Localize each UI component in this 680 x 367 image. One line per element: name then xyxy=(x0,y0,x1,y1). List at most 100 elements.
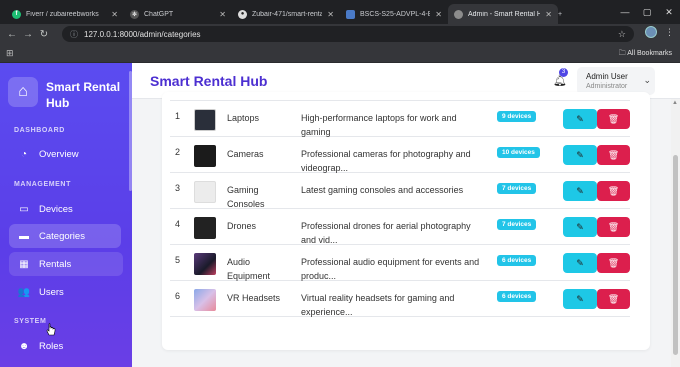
close-tab-icon[interactable]: ✕ xyxy=(111,10,118,19)
scrollbar-thumb[interactable] xyxy=(673,155,678,355)
table-row: 2 Cameras Professional cameras for photo… xyxy=(170,137,630,173)
chevron-down-icon: ⌄ xyxy=(643,75,651,85)
table-row: 4 Drones Professional drones for aerial … xyxy=(170,209,630,245)
user-menu[interactable]: Admin User Administrator ⌄ xyxy=(577,67,655,95)
page-scrollbar[interactable]: ▲ xyxy=(671,99,680,367)
device-count-badge: 9 devices xyxy=(497,111,537,122)
close-tab-icon[interactable]: ✕ xyxy=(219,10,226,19)
edit-button[interactable]: ✎ xyxy=(563,145,597,165)
home-logo-icon: ⌂ xyxy=(8,77,38,107)
vr-headset-thumbnail xyxy=(194,289,216,311)
brand-name: Smart Rental Hub xyxy=(46,80,121,110)
delete-button[interactable]: 🗑︎ xyxy=(597,109,630,129)
laptop-thumbnail xyxy=(194,109,216,131)
lms-icon xyxy=(346,9,355,19)
sidebar: ⌂ Smart Rental Hub DASHBOARD ◔ Overview … xyxy=(0,63,132,367)
brand[interactable]: ⌂ Smart Rental Hub xyxy=(8,77,126,111)
all-bookmarks-button[interactable]: 🗀 All Bookmarks xyxy=(619,49,672,60)
menu-kebab-icon[interactable]: ⋮ xyxy=(665,27,674,38)
camera-thumbnail xyxy=(194,145,216,167)
bell-icon: 🔔︎ xyxy=(553,75,567,87)
edit-button[interactable]: ✎ xyxy=(563,217,597,237)
sidebar-item-devices[interactable]: ▭ Devices xyxy=(9,197,121,221)
section-dashboard: DASHBOARD xyxy=(14,127,65,134)
toolbar-right: ⋮ xyxy=(645,26,674,38)
device-count-badge: 10 devices xyxy=(497,147,540,158)
browser-tab[interactable]: ● Zubair-471/smart-rental ✕ xyxy=(232,4,340,24)
edit-icon: ✎ xyxy=(576,221,584,232)
edit-icon: ✎ xyxy=(576,113,584,124)
delete-button[interactable]: 🗑︎ xyxy=(597,145,630,165)
delete-button[interactable]: 🗑︎ xyxy=(597,181,630,201)
section-system: SYSTEM xyxy=(14,318,47,325)
trash-icon: 🗑︎ xyxy=(607,149,620,160)
user-name: Admin User xyxy=(586,72,628,81)
sidebar-item-users[interactable]: 👥 Users xyxy=(9,280,121,304)
drone-thumbnail xyxy=(194,217,216,239)
device-count-badge: 7 devices xyxy=(497,219,537,230)
new-tab-button[interactable]: + xyxy=(558,4,574,24)
maximize-icon[interactable]: ▢ xyxy=(636,7,658,18)
audio-thumbnail xyxy=(194,253,216,275)
edit-button[interactable]: ✎ xyxy=(563,289,597,309)
device-count-badge: 6 devices xyxy=(497,291,537,302)
edit-icon: ✎ xyxy=(576,149,584,160)
sidebar-item-categories[interactable]: ▬ Categories xyxy=(9,224,121,248)
browser-tab[interactable]: f Fiverr / zubaireebworks ✕ xyxy=(6,4,124,24)
browser-tab-active[interactable]: Admin - Smart Rental Hub ✕ xyxy=(448,4,558,24)
chatgpt-icon: ✻ xyxy=(130,9,139,19)
browser-tab-strip: f Fiverr / zubaireebworks ✕ ✻ ChatGPT ✕ … xyxy=(0,0,680,24)
hand-cursor-icon xyxy=(46,323,56,336)
url-text: 127.0.0.1:8000/admin/categories xyxy=(84,29,201,39)
delete-button[interactable]: 🗑︎ xyxy=(597,253,630,273)
table-row: 1 Laptops High-performance laptops for w… xyxy=(170,101,630,137)
folder-icon: ▬ xyxy=(19,230,29,242)
sidebar-item-rentals[interactable]: ▦ Rentals xyxy=(9,252,123,276)
laptop-icon: ▭ xyxy=(19,203,29,215)
sidebar-item-overview[interactable]: ◔ Overview xyxy=(9,142,121,166)
close-tab-icon[interactable]: ✕ xyxy=(327,10,334,19)
browser-tab[interactable]: BSCS-S25-ADVPL-4-B-All ✕ xyxy=(340,4,448,24)
sidebar-item-roles[interactable]: ☻ Roles xyxy=(9,334,121,358)
minimize-icon[interactable]: — xyxy=(614,7,636,17)
delete-button[interactable]: 🗑︎ xyxy=(597,217,630,237)
user-role: Administrator xyxy=(586,83,628,90)
trash-icon: 🗑︎ xyxy=(607,185,620,196)
address-bar[interactable]: ⓘ 127.0.0.1:8000/admin/categories ☆ xyxy=(62,26,634,42)
edit-button[interactable]: ✎ xyxy=(563,181,597,201)
site-info-icon[interactable]: ⓘ xyxy=(70,29,78,40)
trash-icon: 🗑︎ xyxy=(607,257,620,268)
back-icon[interactable]: ← xyxy=(4,29,20,40)
notification-badge: 3 xyxy=(559,68,568,77)
section-management: MANAGEMENT xyxy=(14,181,71,188)
close-window-icon[interactable]: ✕ xyxy=(658,7,680,18)
device-count-badge: 6 devices xyxy=(497,255,537,266)
notifications-button[interactable]: 🔔︎ 3 xyxy=(553,68,568,87)
close-tab-icon[interactable]: ✕ xyxy=(435,10,442,19)
close-tab-icon[interactable]: ✕ xyxy=(545,10,552,19)
edit-button[interactable]: ✎ xyxy=(563,109,597,129)
bookmark-star-icon[interactable]: ☆ xyxy=(618,29,626,40)
trash-icon: 🗑︎ xyxy=(607,293,620,304)
plus-icon: + xyxy=(558,10,563,18)
edit-icon: ✎ xyxy=(576,185,584,196)
reload-icon[interactable]: ↻ xyxy=(36,29,52,40)
folder-icon: 🗀 xyxy=(618,50,626,57)
calendar-icon: ▦ xyxy=(19,258,29,270)
scroll-up-icon[interactable]: ▲ xyxy=(672,100,678,106)
edit-icon: ✎ xyxy=(576,257,584,268)
users-icon: 👥 xyxy=(17,286,31,298)
forward-icon[interactable]: → xyxy=(20,29,36,40)
edit-button[interactable]: ✎ xyxy=(563,253,597,273)
github-icon: ● xyxy=(238,9,247,19)
edit-icon: ✎ xyxy=(576,293,584,304)
table-row: 3 Gaming Consoles Latest gaming consoles… xyxy=(170,173,630,209)
profile-avatar[interactable] xyxy=(645,26,657,38)
table-row: 6 VR Headsets Virtual reality headsets f… xyxy=(170,281,630,317)
browser-toolbar: ← → ↻ ⓘ 127.0.0.1:8000/admin/categories … xyxy=(0,24,680,44)
trash-icon: 🗑︎ xyxy=(607,113,620,124)
browser-tab[interactable]: ✻ ChatGPT ✕ xyxy=(124,4,232,24)
user-shield-icon: ☻ xyxy=(18,340,30,352)
apps-grid-icon[interactable]: ⊞ xyxy=(6,48,14,59)
delete-button[interactable]: 🗑︎ xyxy=(597,289,630,309)
